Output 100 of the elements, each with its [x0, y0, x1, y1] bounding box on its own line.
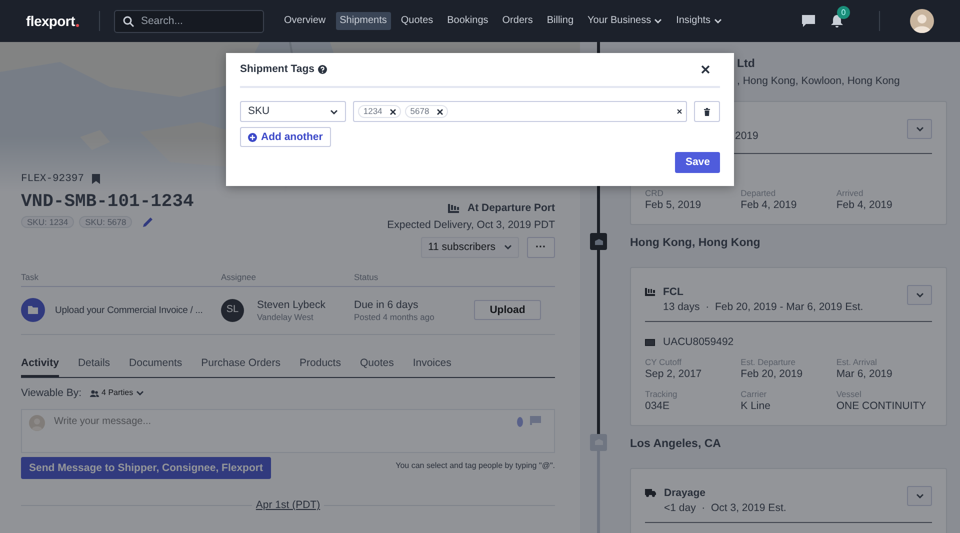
clear-icon[interactable]	[677, 109, 682, 114]
add-another-button[interactable]: Add another	[240, 127, 331, 147]
field-label: Est. Arrival	[836, 356, 878, 368]
pencil-icon[interactable]	[143, 216, 154, 227]
column-header: Task	[21, 272, 40, 282]
bookmark-icon[interactable]	[92, 174, 100, 184]
tab[interactable]: Invoices	[412, 356, 452, 377]
leg-title: FCL	[663, 286, 684, 299]
shipment-id: FLEX-92397	[21, 173, 84, 186]
chevron-icon	[916, 126, 924, 132]
tag-chip: SKU: 5678	[79, 216, 132, 228]
place-address: , Hong Kong, Kowloon, Hong Kong	[737, 75, 901, 88]
remove-icon[interactable]	[437, 108, 444, 114]
tag-chip[interactable]: 1234	[358, 105, 402, 118]
people-icon	[90, 390, 99, 397]
container-number: UACU8059492	[663, 336, 734, 349]
nav-link[interactable]: Insights	[672, 12, 726, 30]
viewable-by-label: Viewable By:	[21, 386, 82, 400]
tab[interactable]: Quotes	[360, 356, 394, 377]
expand-toggle[interactable]	[907, 285, 932, 306]
column-header: Status	[354, 272, 380, 282]
logo-dot-icon	[76, 24, 79, 26]
nav-link[interactable]: Bookings	[443, 12, 492, 30]
field-value: Sep 2, 2017	[645, 368, 703, 381]
send-message-button[interactable]: Send Message to Shipper, Consignee, Flexport	[21, 456, 271, 480]
leg-summary: 13 days · Feb 20, 2019 - Mar 6, 2019 Est.	[663, 300, 864, 314]
leg-title: Drayage	[664, 486, 706, 500]
expand-toggle[interactable]	[907, 118, 932, 139]
avatar-icon[interactable]	[910, 9, 934, 33]
field-value: K Line	[740, 400, 772, 413]
tab[interactable]: Details	[78, 356, 110, 377]
chevron-icon	[330, 108, 338, 114]
tag-type-select[interactable]: SKU	[240, 101, 346, 122]
trash-icon	[704, 108, 710, 116]
logo[interactable]: flexport	[26, 12, 75, 30]
shipment-title: VND-SMB-101-1234	[21, 190, 194, 213]
tab[interactable]: Documents	[129, 356, 182, 377]
field-label: Est. Departure	[740, 356, 796, 368]
subscribers-dropdown[interactable]: 11 subscribers	[420, 237, 518, 258]
assignee-name: Steven Lybeck	[257, 299, 326, 312]
field-value: ONE CONTINUITY	[836, 400, 928, 413]
field-value: 034E	[645, 400, 671, 413]
nav-link[interactable]: Your Business	[584, 12, 666, 30]
nav-link[interactable]: Shipments	[336, 12, 391, 30]
place-name: Ltd	[737, 57, 756, 71]
tag-chip[interactable]: 5678	[405, 105, 448, 118]
chevron-icon	[916, 292, 924, 298]
close-icon[interactable]	[701, 65, 710, 74]
place-name: Hong Kong, Hong Kong	[630, 236, 762, 250]
leg-summary: <1 day · Oct 3, 2019 Est.	[664, 502, 786, 514]
save-button[interactable]: Save	[675, 152, 720, 173]
field-value: Feb 4, 2019	[740, 199, 798, 212]
tab[interactable]: Activity	[21, 356, 59, 377]
delete-button[interactable]	[694, 101, 720, 122]
field-label: Carrier	[740, 388, 768, 400]
parties-dropdown[interactable]: 4 Parties	[90, 388, 144, 398]
search-icon	[122, 16, 134, 26]
notification-badge: 0	[837, 6, 850, 18]
date-divider-label: Apr 1st (PDT)	[254, 499, 322, 512]
field-label: CY Cutoff	[645, 356, 683, 368]
nav-link[interactable]: Billing	[542, 12, 578, 30]
posted-time: Posted 4 months ago	[354, 312, 436, 322]
field-label: Vessel	[836, 388, 862, 400]
field-value: Mar 6, 2019	[836, 368, 894, 381]
leg-summary: 2019	[735, 130, 758, 142]
remove-icon[interactable]	[390, 108, 396, 114]
message-field[interactable]: Write your message...	[21, 408, 555, 453]
more-button[interactable]: ···	[526, 237, 555, 258]
tab[interactable]: Purchase Orders	[201, 356, 281, 377]
field-value: Feb 20, 2019	[740, 368, 804, 381]
task-name: Upload your Commercial Invoice / ...	[55, 304, 203, 316]
tag-chip: SKU: 1234	[21, 216, 74, 228]
chevron-icon	[916, 492, 924, 499]
field-label: Tracking	[645, 388, 678, 400]
tab[interactable]: Products	[300, 356, 341, 377]
nav-link[interactable]: Quotes	[396, 12, 438, 30]
shipment-status: At Departure Port	[467, 202, 555, 215]
dialog-title: Shipment Tags	[240, 63, 314, 76]
tag-values-field[interactable]: 1234 5678	[353, 101, 688, 122]
assignee-company: Vandelay West	[257, 312, 314, 322]
field-label: Arrived	[836, 188, 864, 200]
user-avatar-icon	[29, 414, 45, 431]
truck-icon	[645, 488, 656, 497]
plus-circle-icon	[248, 132, 257, 142]
column-header: Assignee	[221, 272, 257, 282]
search-field[interactable]: Search...	[114, 10, 264, 32]
chat-icon[interactable]	[802, 15, 815, 27]
expected-delivery: Expected Delivery, Oct 3, 2019 PDT	[387, 218, 555, 232]
help-icon[interactable]	[318, 65, 328, 74]
nav-link[interactable]: Overview	[280, 12, 330, 30]
field-value: Feb 4, 2019	[836, 199, 894, 212]
chevron-icon	[136, 390, 144, 396]
hint-text: You can select and tag people by typing "@".	[396, 460, 555, 470]
nav-link[interactable]: Orders	[498, 12, 537, 30]
upload-button[interactable]: Upload	[474, 300, 541, 320]
assignee-avatar: SL	[221, 298, 244, 322]
bell-icon[interactable]	[831, 14, 843, 28]
place-name: Los Angeles, CA	[630, 436, 722, 451]
container-icon	[645, 339, 655, 346]
expand-toggle[interactable]	[907, 486, 932, 506]
